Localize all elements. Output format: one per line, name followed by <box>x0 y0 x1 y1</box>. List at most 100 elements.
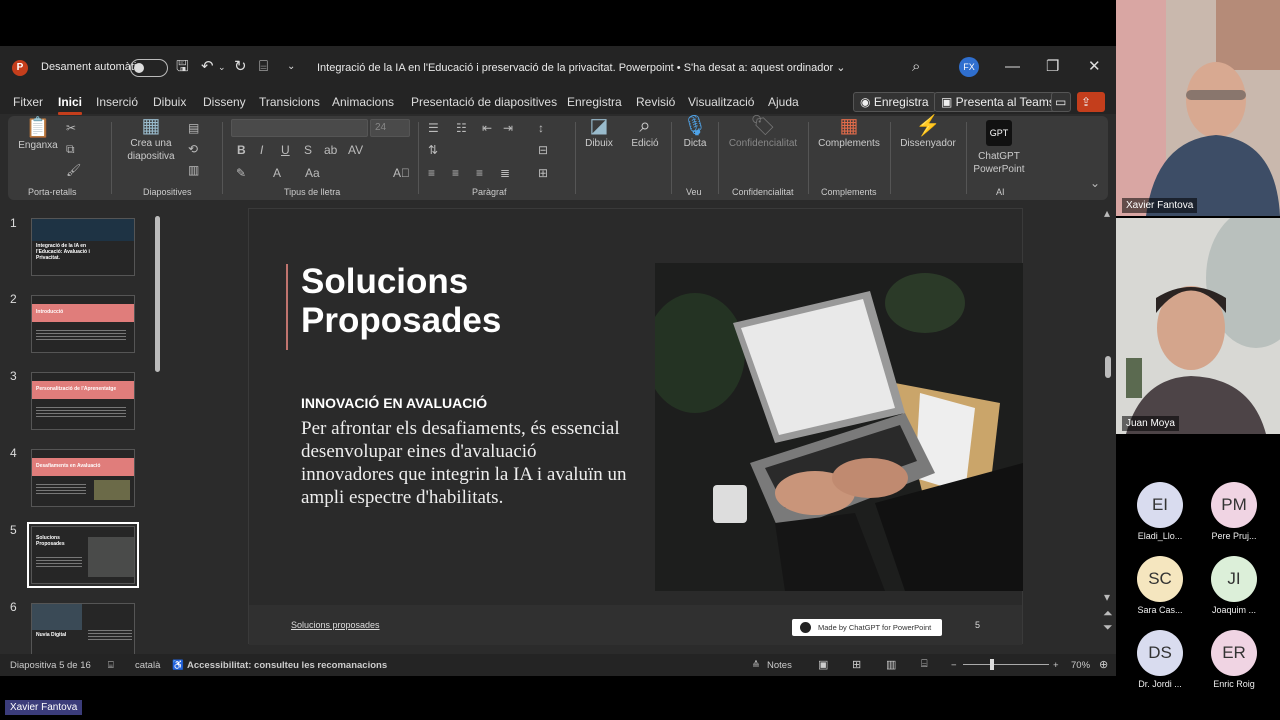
close-icon[interactable]: ✕ <box>1088 58 1101 76</box>
designer-button[interactable]: ⚡ Dissenyador <box>895 116 961 150</box>
language-indicator[interactable]: català <box>135 660 160 671</box>
addins-button[interactable]: ▦ Complements <box>814 116 884 150</box>
text-case-icon[interactable]: AV <box>348 143 363 157</box>
numbering-icon[interactable]: ☷ <box>456 121 467 135</box>
reading-view-icon[interactable]: ▥ <box>886 658 896 671</box>
align-text-icon[interactable]: ⊟ <box>538 143 548 157</box>
tab-animacions[interactable]: Animacions <box>332 95 394 109</box>
search-icon[interactable]: ⌕ <box>912 58 920 76</box>
paste-button[interactable]: 📋 Enganxa <box>18 118 58 152</box>
participant-avatar[interactable]: SC Sara Cas... <box>1130 556 1190 615</box>
document-title[interactable]: Integració de la IA en l'Educació i pres… <box>317 61 845 74</box>
slideshow-icon[interactable]: ⌸ <box>921 658 928 671</box>
canvas-scrollbar-thumb[interactable] <box>1105 356 1111 378</box>
fit-to-window-icon[interactable]: ⊕ <box>1099 658 1108 671</box>
participant-avatar[interactable]: ER Enric Roig <box>1204 630 1264 689</box>
tab-inici[interactable]: Inici <box>58 95 83 115</box>
undo-icon[interactable]: ↶ <box>201 58 214 76</box>
comments-icon[interactable]: ▭ <box>1051 92 1071 112</box>
customize-qat-icon[interactable]: ⌄ <box>287 58 295 76</box>
character-spacing-icon[interactable]: ab <box>324 143 337 157</box>
slide-body-text[interactable]: Per afrontar els desafiaments, és essenc… <box>301 417 631 509</box>
tab-dibuix[interactable]: Dibuix <box>153 95 186 109</box>
slide-thumbnail-1[interactable]: Integració de la IA en l'Educació: Avalu… <box>31 218 135 276</box>
dictate-button[interactable]: 🎙 Dicta <box>676 116 714 150</box>
zoom-in-icon[interactable]: + <box>1053 660 1059 671</box>
autosave-toggle[interactable] <box>130 59 168 77</box>
participant-avatar[interactable]: EI Eladi_Llo... <box>1130 482 1190 541</box>
tab-disseny[interactable]: Disseny <box>203 95 246 109</box>
video-tile-1[interactable]: Xavier Fantova <box>1116 0 1280 216</box>
bullets-icon[interactable]: ☰ <box>428 121 439 135</box>
strikethrough-icon[interactable]: S <box>304 143 312 157</box>
tab-ajuda[interactable]: Ajuda <box>768 95 799 109</box>
participant-avatar[interactable]: JI Joaquim ... <box>1204 556 1264 615</box>
tab-enregistra[interactable]: Enregistra <box>567 95 622 109</box>
accessibility-icon[interactable]: ♿ <box>172 660 184 671</box>
spelling-icon[interactable]: ⌸ <box>108 660 114 671</box>
accessibility-status[interactable]: Accessibilitat: consulteu les recomanaci… <box>187 660 387 671</box>
decrease-indent-icon[interactable]: ⇤ <box>482 121 492 135</box>
previous-slide-icon[interactable]: ⏶ <box>1103 606 1113 621</box>
next-slide-icon[interactable]: ⏷ <box>1103 620 1113 635</box>
smartart-icon[interactable]: ⊞ <box>538 166 548 180</box>
slide-title[interactable]: Solucions Proposades <box>301 262 501 340</box>
video-tile-2[interactable]: Juan Moya <box>1116 218 1280 434</box>
slide-subtitle[interactable]: INNOVACIÓ EN AVALUACIÓ <box>301 395 487 411</box>
draw-button[interactable]: ◪ Dibuix <box>580 116 618 150</box>
share-icon[interactable]: ⇪ <box>1077 92 1105 112</box>
bold-icon[interactable]: B <box>237 143 246 157</box>
zoom-slider-thumb[interactable] <box>990 659 994 670</box>
scrollbar-thumb[interactable] <box>155 216 160 372</box>
zoom-slider[interactable] <box>963 664 1049 665</box>
cut-icon[interactable]: ✂ <box>66 121 76 135</box>
collapse-ribbon-icon[interactable]: ⌄ <box>1090 176 1100 190</box>
align-right-icon[interactable]: ≡ <box>476 166 483 180</box>
scroll-up-icon[interactable]: ▴ <box>1104 206 1110 220</box>
font-size-select[interactable]: 24 <box>370 119 410 137</box>
slide-photo[interactable] <box>655 263 1023 591</box>
footer-text[interactable]: Solucions proposades <box>291 620 380 630</box>
notes-icon[interactable]: ≙ <box>752 660 760 671</box>
font-color-icon[interactable]: A <box>273 166 281 180</box>
copy-icon[interactable]: ⧉ <box>66 142 75 157</box>
zoom-level[interactable]: 70% <box>1071 660 1090 671</box>
font-family-select[interactable] <box>231 119 368 137</box>
tab-presentacio[interactable]: Presentació de diapositives <box>411 95 557 109</box>
tab-revisio[interactable]: Revisió <box>636 95 675 109</box>
layout-icon[interactable]: ▤ <box>188 121 199 135</box>
notes-button[interactable]: Notes <box>767 660 792 671</box>
italic-icon[interactable]: I <box>260 143 263 157</box>
chatgpt-badge[interactable]: Made by ChatGPT for PowerPoint <box>792 619 942 636</box>
current-slide[interactable]: Solucions Proposades INNOVACIÓ EN AVALUA… <box>248 208 1023 645</box>
align-center-icon[interactable]: ≡ <box>452 166 459 180</box>
slide-thumbnail-2[interactable]: Introducció <box>31 295 135 353</box>
justify-icon[interactable]: ≣ <box>500 166 510 180</box>
normal-view-icon[interactable]: ▣ <box>818 658 828 671</box>
slide-thumbnail-3[interactable]: Personalització de l'Aprenentatge <box>31 372 135 430</box>
slide-thumbnail-4[interactable]: Desafiaments en Avaluació <box>31 449 135 507</box>
zoom-out-icon[interactable]: − <box>951 660 957 671</box>
redo-icon[interactable]: ↻ <box>234 58 247 76</box>
section-icon[interactable]: ▥ <box>188 163 199 177</box>
tab-visualitzacio[interactable]: Visualització <box>688 95 754 109</box>
new-slide-button[interactable]: ▦ Crea una diapositiva <box>120 116 182 163</box>
reset-icon[interactable]: ⟲ <box>188 142 198 156</box>
slide-thumbnail-5[interactable]: Solucions Proposades <box>27 522 139 588</box>
underline-icon[interactable]: U <box>281 143 290 157</box>
line-spacing-icon[interactable]: ↕ <box>538 121 544 135</box>
tab-fitxer[interactable]: Fitxer <box>13 95 43 109</box>
present-icon[interactable]: ⌸ <box>259 58 268 76</box>
present-teams-button[interactable]: ▣ Presenta al Teams <box>934 92 1062 112</box>
tab-insercio[interactable]: Inserció <box>96 95 138 109</box>
account-avatar[interactable]: FX <box>959 57 979 77</box>
save-icon[interactable]: 🖫 <box>176 58 189 76</box>
restore-icon[interactable]: ❐ <box>1046 58 1059 76</box>
align-left-icon[interactable]: ≡ <box>428 166 435 180</box>
sensitivity-button[interactable]: 🏷 Confidencialitat <box>723 116 803 150</box>
minimize-icon[interactable]: — <box>1005 58 1020 76</box>
change-case-icon[interactable]: Aa <box>305 166 320 180</box>
tab-transicions[interactable]: Transicions <box>259 95 320 109</box>
scroll-down-icon[interactable]: ▾ <box>1104 590 1110 604</box>
thumbnails-scrollbar[interactable] <box>154 210 161 652</box>
